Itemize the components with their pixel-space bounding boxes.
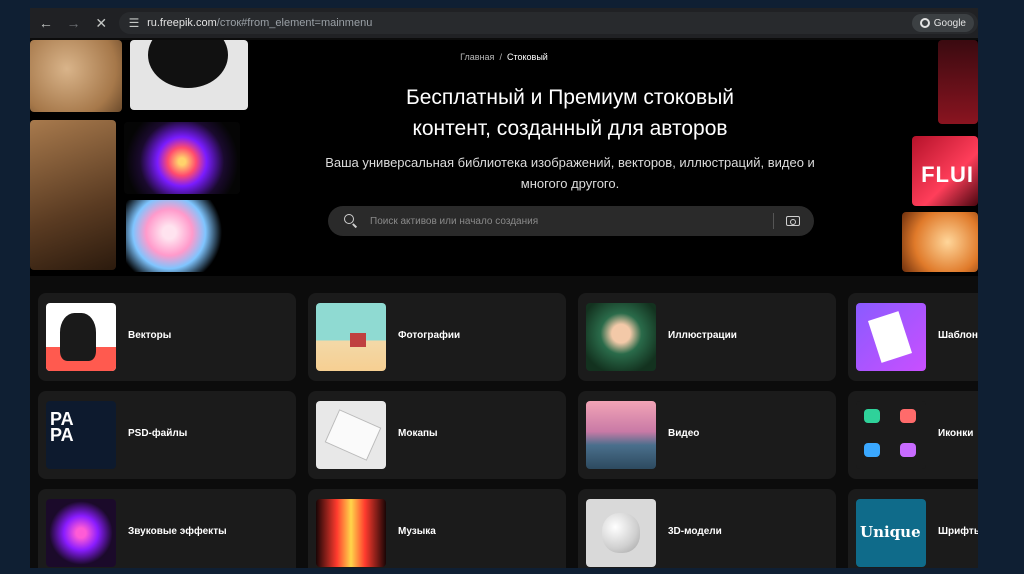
mockups-thumbnail xyxy=(316,401,386,469)
google-label: Google xyxy=(933,17,966,29)
category-card-icons[interactable]: Иконки xyxy=(848,391,978,479)
category-label: PSD-файлы xyxy=(128,428,188,439)
browser-toolbar: ← → ✕ ☰ ru.freepik.com/сток#from_element… xyxy=(30,8,978,38)
category-card-video[interactable]: Видео xyxy=(578,391,836,479)
category-label: Шрифты xyxy=(938,526,978,537)
music-thumbnail xyxy=(316,499,386,567)
url-host: ru.freepik.com xyxy=(147,17,217,29)
collage-portrait-image[interactable] xyxy=(30,120,116,270)
breadcrumb-home[interactable]: Главная xyxy=(460,52,494,62)
category-label: Звуковые эффекты xyxy=(128,526,227,537)
search-divider xyxy=(773,213,774,229)
fonts-thumbnail-text: Unique xyxy=(860,523,921,541)
category-card-fonts[interactable]: Unique Шрифты xyxy=(848,489,978,568)
forward-arrow-icon[interactable]: → xyxy=(62,11,86,35)
breadcrumb: Главная / Стоковый xyxy=(30,52,978,62)
lifeguard-hut xyxy=(350,333,366,347)
icons-thumbnail xyxy=(856,401,926,469)
templates-thumbnail xyxy=(856,303,926,371)
search-icon xyxy=(344,214,358,228)
category-card-illustrations[interactable]: Иллюстрации xyxy=(578,293,836,381)
url-path: /сток#from_element=mainmenu xyxy=(216,17,373,29)
address-bar[interactable]: ☰ ru.freepik.com/сток#from_element=mainm… xyxy=(119,12,978,34)
category-card-sound-effects[interactable]: Звуковые эффекты xyxy=(38,489,296,568)
cloud-icon xyxy=(900,409,916,423)
collage-leaves-image[interactable] xyxy=(30,40,122,112)
illustrations-thumbnail xyxy=(586,303,656,371)
collage-right-bottom-image[interactable] xyxy=(902,212,978,272)
fonts-thumbnail: Unique xyxy=(856,499,926,567)
browser-window: ← → ✕ ☰ ru.freepik.com/сток#from_element… xyxy=(30,8,978,568)
breadcrumb-separator: / xyxy=(499,52,502,62)
stop-loading-icon[interactable]: ✕ xyxy=(89,11,113,35)
title-line-2: контент, созданный для авторов xyxy=(412,117,728,140)
3d-models-thumbnail xyxy=(586,499,656,567)
camera-search-icon[interactable] xyxy=(786,216,800,226)
category-label: Фотографии xyxy=(398,330,461,341)
site-settings-icon[interactable]: ☰ xyxy=(125,14,143,32)
book-shape xyxy=(324,409,382,461)
google-icon xyxy=(919,18,930,28)
category-card-vectors[interactable]: Векторы xyxy=(38,293,296,381)
category-label: Музыка xyxy=(398,526,436,537)
photos-thumbnail xyxy=(316,303,386,371)
sound-effects-thumbnail xyxy=(46,499,116,567)
hero-section: FLUI Главная / Стоковый Бесплатный и Пре… xyxy=(30,40,978,276)
vectors-thumbnail xyxy=(46,303,116,371)
category-label: Иконки xyxy=(938,428,974,439)
page-subtitle: Ваша универсальная библиотека изображени… xyxy=(280,152,860,194)
collage-child-image[interactable] xyxy=(126,200,222,272)
subtitle-line-1: Ваша универсальная библиотека изображени… xyxy=(325,155,815,170)
category-card-templates[interactable]: Шаблоны xyxy=(848,293,978,381)
cloud-icon xyxy=(900,443,916,457)
page-title: Бесплатный и Премиум стоковый контент, с… xyxy=(280,82,860,144)
category-card-photos[interactable]: Фотографии xyxy=(308,293,566,381)
cloud-icon xyxy=(864,443,880,457)
collage-poster-text: FLUI xyxy=(921,162,974,187)
url-text[interactable]: ru.freepik.com/сток#from_element=mainmen… xyxy=(147,17,372,29)
3d-shape xyxy=(602,513,640,553)
black-shape xyxy=(148,40,228,88)
psd-thumbnail: PA PA xyxy=(46,401,116,469)
category-label: Векторы xyxy=(128,330,172,341)
collage-spiral-image[interactable] xyxy=(124,122,240,194)
breadcrumb-current: Стоковый xyxy=(506,52,548,62)
category-label: Шаблоны xyxy=(938,330,978,341)
category-label: Видео xyxy=(668,428,700,439)
video-thumbnail xyxy=(586,401,656,469)
search-input[interactable] xyxy=(368,210,773,232)
category-card-mockups[interactable]: Мокапы xyxy=(308,391,566,479)
back-arrow-icon[interactable]: ← xyxy=(34,11,58,35)
search-bar xyxy=(328,206,814,236)
collage-abstract-image[interactable] xyxy=(130,40,248,110)
google-lens-button[interactable]: Google xyxy=(911,14,974,32)
title-line-1: Бесплатный и Премиум стоковый xyxy=(405,86,735,109)
template-card-shape xyxy=(867,311,913,363)
category-label: 3D-модели xyxy=(668,526,722,537)
subtitle-line-2: многого другого. xyxy=(520,176,620,191)
psd-thumbnail-text: PA PA xyxy=(50,409,74,445)
category-card-psd[interactable]: PA PA PSD-файлы xyxy=(38,391,296,479)
category-label: Иллюстрации xyxy=(668,330,737,341)
cloud-icon xyxy=(864,409,880,423)
category-card-3d-models[interactable]: 3D-модели xyxy=(578,489,836,568)
category-card-music[interactable]: Музыка xyxy=(308,489,566,568)
category-label: Мокапы xyxy=(398,428,438,439)
leopard-shape xyxy=(60,313,96,361)
